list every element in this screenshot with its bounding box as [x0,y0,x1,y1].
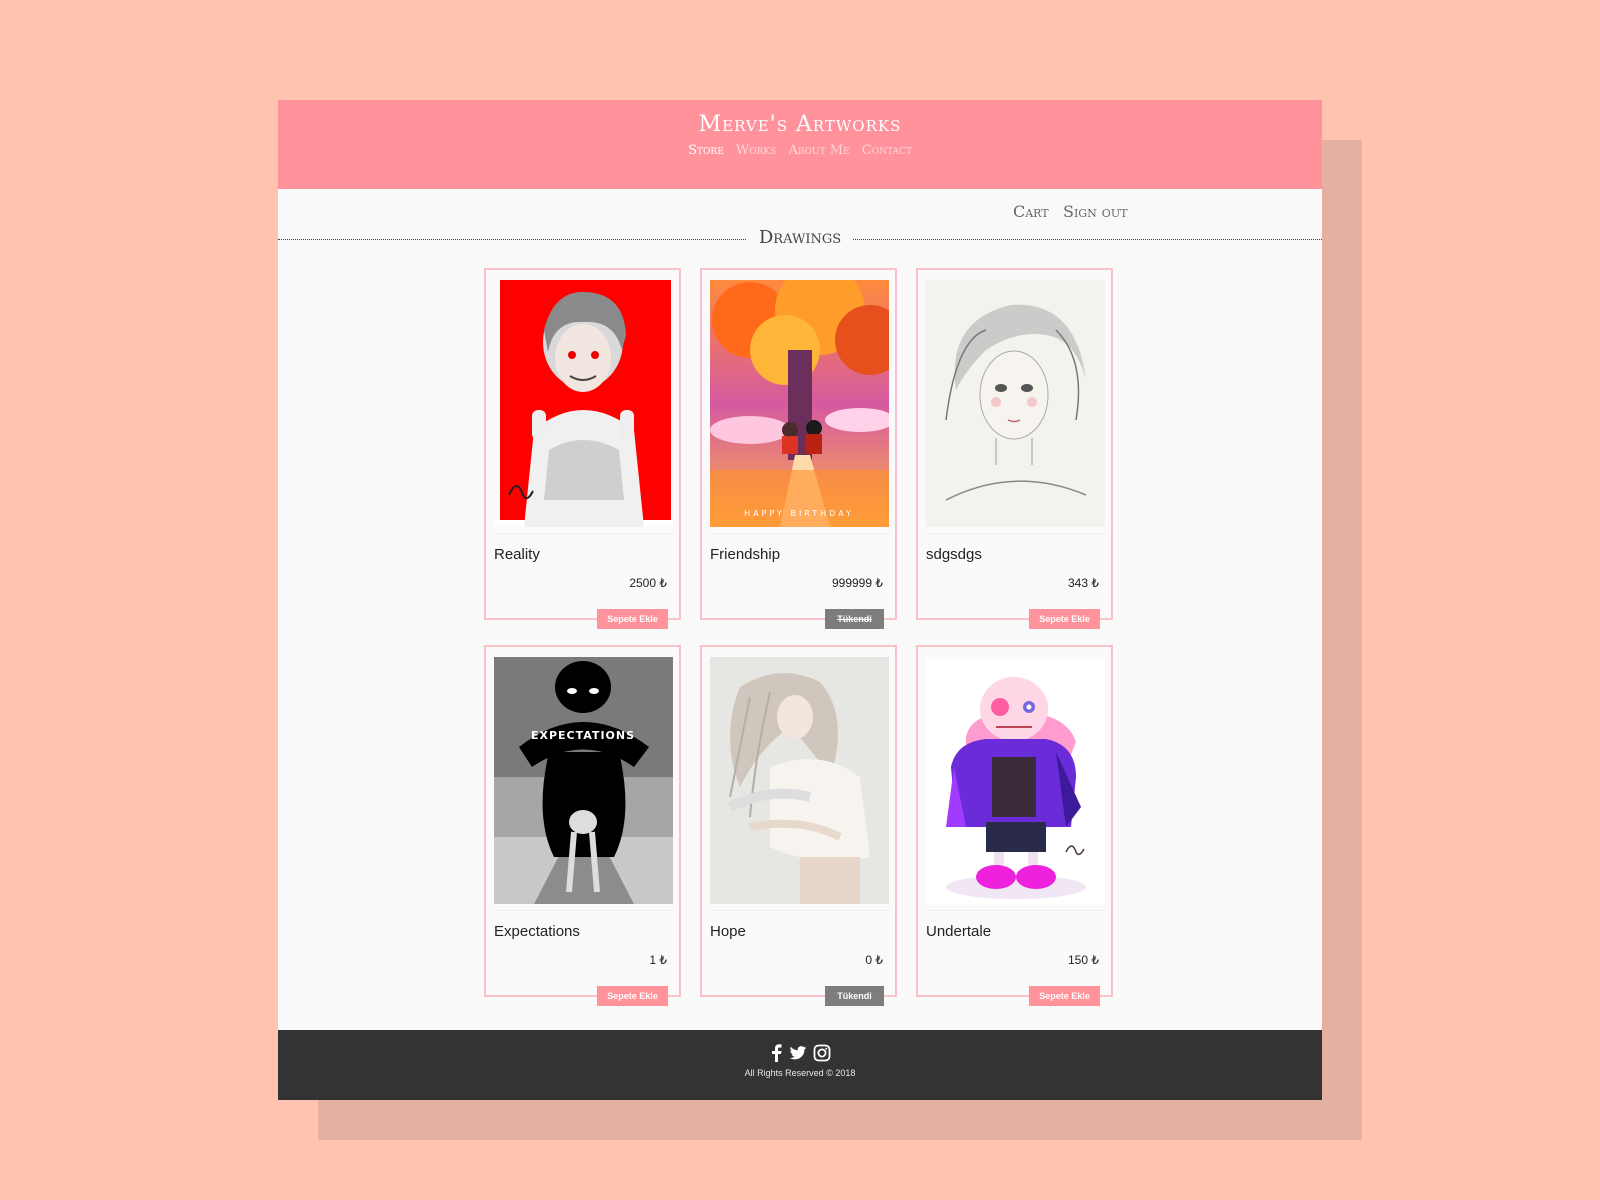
product-card-friendship: HAPPY BIRTHDAY Friendship 999999 ₺ Tüken… [700,268,897,629]
product-name: Hope [710,923,746,940]
add-to-cart-button[interactable]: Sepete Ekle [597,609,668,629]
instagram-icon[interactable] [813,1044,831,1062]
product-price: 1 ₺ [649,953,667,967]
product-price: 343 ₺ [1068,576,1099,590]
site-window: Merve's Artworks Store Works About Me Co… [278,100,1322,1100]
site-footer: All Rights Reserved © 2018 [278,1030,1322,1100]
product-name: Friendship [710,546,781,563]
sold-out-button[interactable]: Tükendi [825,609,884,629]
product-card-reality: Reality 2500 ₺ Sepete Ekle [484,268,681,629]
add-to-cart-button[interactable]: Sepete Ekle [597,986,668,1006]
product-image-sdgsdgs[interactable] [926,280,1105,527]
copyright-text: All Rights Reserved © 2018 [744,1068,856,1078]
card-divider [494,533,673,534]
product-price: 0 ₺ [865,953,883,967]
sign-out-link[interactable]: Sign out [1063,202,1127,221]
card-divider [926,533,1105,534]
product-card-hope: Hope 0 ₺ Tükendi [700,645,897,1006]
social-links [278,1030,1322,1062]
expectations-word: EXPECTATIONS [531,729,635,742]
product-name: sdgsdgs [926,546,982,563]
card-divider [926,910,1105,911]
nav-store[interactable]: Store [688,143,724,158]
nav-about-me[interactable]: About Me [788,143,849,158]
section-title-text: Drawings [746,227,854,248]
product-price: 150 ₺ [1068,953,1099,967]
cart-link[interactable]: Cart [1013,202,1049,221]
add-to-cart-button[interactable]: Sepete Ekle [1029,986,1100,1006]
product-price: 2500 ₺ [629,576,667,590]
friendship-caption: HAPPY BIRTHDAY [744,509,854,518]
user-bar: Cart Sign out [278,202,1322,226]
product-image-expectations[interactable]: EXPECTATIONS [494,657,673,904]
product-image-reality[interactable] [494,280,673,527]
sold-out-button[interactable]: Tükendi [825,986,884,1006]
product-image-friendship[interactable]: HAPPY BIRTHDAY [710,280,889,527]
add-to-cart-button[interactable]: Sepete Ekle [1029,609,1100,629]
product-card-sdgsdgs: sdgsdgs 343 ₺ Sepete Ekle [916,268,1113,629]
site-header: Merve's Artworks Store Works About Me Co… [278,100,1322,189]
product-card-expectations: EXPECTATIONS Expectations 1 ₺ Sepete Ekl… [484,645,681,1006]
product-name: Expectations [494,923,580,940]
facebook-icon[interactable] [769,1044,783,1062]
section-title: Drawings [278,227,1322,248]
product-name: Reality [494,546,540,563]
card-divider [710,533,889,534]
nav-works[interactable]: Works [736,143,776,158]
twitter-icon[interactable] [789,1044,807,1062]
product-price: 999999 ₺ [831,576,883,590]
nav-contact[interactable]: Contact [862,143,912,158]
main-nav: Store Works About Me Contact [278,143,1322,158]
product-name: Undertale [926,923,992,940]
product-image-undertale[interactable] [926,657,1105,904]
product-image-hope[interactable] [710,657,889,904]
card-divider [494,910,673,911]
product-card-undertale: Undertale 150 ₺ Sepete Ekle [916,645,1113,1006]
site-title[interactable]: Merve's Artworks [278,100,1322,137]
card-divider [710,910,889,911]
